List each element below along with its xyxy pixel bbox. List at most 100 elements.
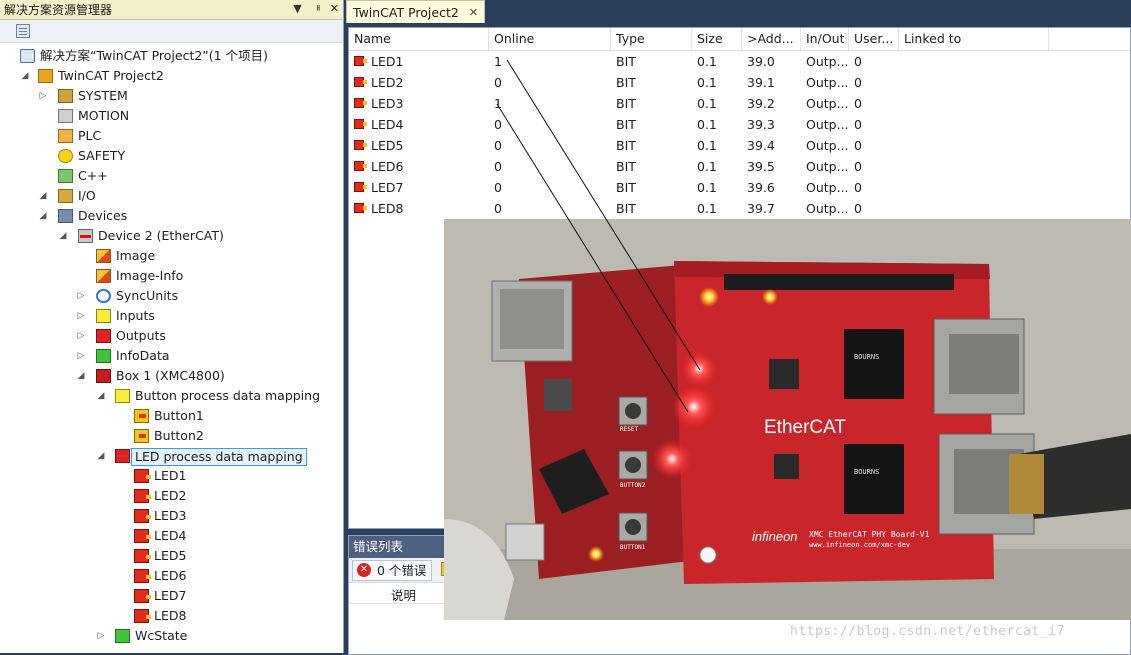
properties-icon[interactable]	[16, 24, 30, 38]
column-header[interactable]: Linked to	[899, 28, 1049, 50]
table-row[interactable]: LED2 0 BIT 0.1 39.1 Outp... 0	[349, 72, 1130, 93]
table-cell: BIT	[616, 75, 636, 90]
expand-arrow-icon[interactable]: ▷	[96, 630, 106, 642]
table-cell: 0	[494, 75, 502, 90]
collapse-arrow-icon[interactable]: ◢	[58, 230, 68, 242]
tree-item-label: Device 2 (EtherCAT)	[98, 228, 224, 243]
tab-twincat-project2[interactable]: TwinCAT Project2 ✕	[346, 0, 486, 23]
table-row[interactable]: LED8 0 BIT 0.1 39.7 Outp... 0	[349, 198, 1130, 219]
tree-item[interactable]: LED6	[0, 566, 343, 586]
tree-item-label: WcState	[135, 628, 188, 643]
tree-item[interactable]: ◢ I/O	[0, 186, 343, 206]
table-cell: LED3	[371, 96, 404, 111]
table-row[interactable]: LED1 1 BIT 0.1 39.0 Outp... 0	[349, 51, 1130, 72]
image-icon	[96, 249, 111, 263]
table-row[interactable]: LED3 1 BIT 0.1 39.2 Outp... 0	[349, 93, 1130, 114]
tree-item-label: LED5	[154, 548, 187, 563]
collapse-arrow-icon[interactable]: ◢	[38, 210, 48, 222]
collapse-arrow-icon[interactable]: ◢	[76, 370, 86, 382]
tree-item[interactable]: SAFETY	[0, 146, 343, 166]
table-cell: 0	[494, 138, 502, 153]
collapse-arrow-icon[interactable]: ◢	[96, 450, 106, 462]
table-cell	[899, 198, 1049, 219]
outputs-icon	[96, 329, 111, 343]
tree-item[interactable]: ▷ InfoData	[0, 346, 343, 366]
column-header[interactable]: Online	[489, 28, 611, 50]
tree-item[interactable]: MOTION	[0, 106, 343, 126]
tree-item[interactable]: ▷ WcState	[0, 626, 343, 646]
tree-item[interactable]: Image	[0, 246, 343, 266]
table-cell: 39.3	[747, 117, 775, 132]
table-cell: 0	[854, 75, 862, 90]
column-header[interactable]: User...	[849, 28, 899, 50]
tree-item[interactable]: ▷ SyncUnits	[0, 286, 343, 306]
expand-arrow-icon[interactable]: ▷	[76, 330, 86, 342]
collapse-arrow-icon[interactable]: ◢	[96, 390, 106, 402]
table-row[interactable]: LED4 0 BIT 0.1 39.3 Outp... 0	[349, 114, 1130, 135]
close-icon[interactable]: ✕	[330, 2, 339, 18]
tree-item[interactable]: Button1	[0, 406, 343, 426]
tree-item[interactable]: LED4	[0, 526, 343, 546]
expand-arrow-icon[interactable]: ▷	[38, 90, 48, 102]
tree-item[interactable]: PLC	[0, 126, 343, 146]
expand-arrow-icon[interactable]: ▷	[76, 290, 86, 302]
tree-item[interactable]: ◢ LED process data mapping	[0, 446, 343, 466]
table-cell: BIT	[616, 117, 636, 132]
tree-item[interactable]: ◢ Box 1 (XMC4800)	[0, 366, 343, 386]
table-cell: 0.1	[697, 159, 717, 174]
table-row[interactable]: LED5 0 BIT 0.1 39.4 Outp... 0	[349, 135, 1130, 156]
tree-item[interactable]: LED2	[0, 486, 343, 506]
board-url: www.infineon.com/xmc-dev	[809, 541, 910, 549]
expand-arrow-icon[interactable]: ▷	[76, 350, 86, 362]
tree-item[interactable]: Button2	[0, 426, 343, 446]
table-cell: Outp...	[806, 138, 849, 153]
column-header[interactable]: Type	[611, 28, 692, 50]
tree-item[interactable]: C++	[0, 166, 343, 186]
box-icon	[96, 369, 111, 383]
tree-item[interactable]: ▷ Outputs	[0, 326, 343, 346]
tree-item-label: 解决方案“TwinCAT Project2”(1 个项目)	[40, 48, 268, 63]
tree-item[interactable]: ◢ Devices	[0, 206, 343, 226]
tree-item-label: PLC	[78, 128, 102, 143]
dropdown-icon[interactable]: ▼	[293, 2, 301, 18]
tree-item[interactable]: LED5	[0, 546, 343, 566]
errors-filter-button[interactable]: ✕ 0 个错误	[352, 560, 433, 581]
tree-item-label: LED4	[154, 528, 187, 543]
table-cell: 39.2	[747, 96, 775, 111]
tree-item[interactable]: ◢ Device 2 (EtherCAT)	[0, 226, 343, 246]
tree-item[interactable]: LED7	[0, 586, 343, 606]
collapse-arrow-icon[interactable]: ◢	[38, 190, 48, 202]
pin-icon[interactable]: ᅢ	[311, 2, 321, 18]
table-row[interactable]: LED6 0 BIT 0.1 39.5 Outp... 0	[349, 156, 1130, 177]
led-var-icon	[354, 140, 367, 150]
tree-item[interactable]: Image-Info	[0, 266, 343, 286]
tree-item[interactable]: LED3	[0, 506, 343, 526]
ethercat-board-label: EtherCAT	[764, 417, 846, 438]
table-cell: Outp...	[806, 96, 849, 111]
description-column-header[interactable]: 说明	[391, 585, 416, 604]
tree-item[interactable]: LED1	[0, 466, 343, 486]
table-cell: 39.7	[747, 201, 775, 216]
tab-close-icon[interactable]: ✕	[469, 6, 478, 19]
expand-arrow-icon[interactable]: ▷	[76, 310, 86, 322]
io-icon	[58, 189, 73, 203]
tree-item-label: SyncUnits	[116, 288, 179, 303]
tree-item[interactable]: LED8	[0, 606, 343, 626]
table-cell: Outp...	[806, 117, 849, 132]
table-row[interactable]: LED7 0 BIT 0.1 39.6 Outp... 0	[349, 177, 1130, 198]
led-var-icon	[354, 203, 367, 213]
tree-item[interactable]: 解决方案“TwinCAT Project2”(1 个项目)	[0, 46, 343, 66]
tree-item[interactable]: ▷ SYSTEM	[0, 86, 343, 106]
table-cell: 0	[854, 201, 862, 216]
led-var-icon	[134, 469, 151, 483]
collapse-arrow-icon[interactable]: ◢	[20, 70, 30, 82]
tree-item[interactable]: ◢ TwinCAT Project2	[0, 66, 343, 86]
grid-header: Name Online Type Size >Add... In/Out User... Li…	[349, 28, 1130, 51]
tree-item[interactable]: ▷ Inputs	[0, 306, 343, 326]
tree-item[interactable]: ◢ Button process data mapping	[0, 386, 343, 406]
button-var-icon	[134, 409, 149, 423]
column-header[interactable]: >Add...	[742, 28, 801, 50]
column-header[interactable]: In/Out	[801, 28, 849, 50]
column-header[interactable]: Name	[349, 28, 489, 50]
column-header[interactable]: Size	[692, 28, 742, 50]
